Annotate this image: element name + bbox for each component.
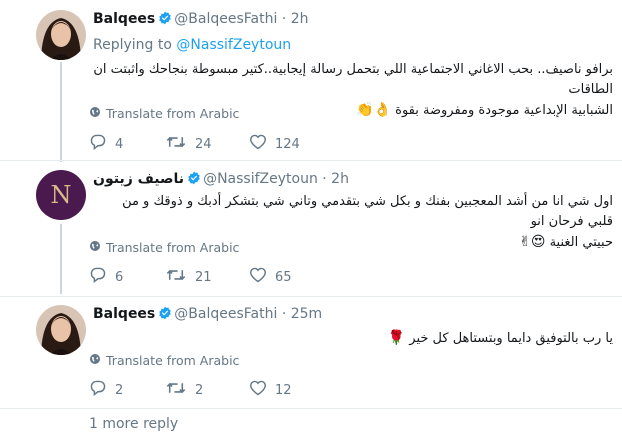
display-name[interactable]: ناصيف زيتون: [93, 171, 184, 187]
replying-to-label: Replying to: [93, 37, 172, 53]
more-replies-link[interactable]: 1 more reply: [89, 416, 178, 432]
tweet-header: Balqees @BalqeesFathi · 25m: [93, 306, 322, 324]
emoji: 👌👏: [356, 102, 391, 118]
divider: [0, 408, 622, 409]
translate-label: Translate from Arabic: [106, 106, 240, 121]
user-handle[interactable]: @BalqeesFathi: [174, 306, 277, 322]
tweet-text-line: حبيتي الغنية: [549, 235, 613, 250]
verified-badge-icon: [158, 11, 172, 29]
like-count: 65: [275, 269, 292, 285]
tweet-header: ناصيف زيتون @NassifZeytoun · 2h: [93, 171, 349, 189]
retweet-button[interactable]: 24: [165, 134, 212, 154]
replying-to-link[interactable]: @NassifZeytoun: [176, 37, 291, 53]
retweet-count: 21: [195, 269, 212, 285]
reply-count: 4: [115, 136, 124, 152]
reply-button[interactable]: 4: [89, 134, 123, 154]
globe-icon: [89, 240, 101, 255]
retweet-button[interactable]: 21: [165, 267, 212, 287]
like-icon: [249, 134, 267, 154]
tweet[interactable]: Balqees @BalqeesFathi · 2h Replying to @N…: [0, 0, 622, 160]
tweet-text: يا رب بالتوفيق دايما وبتستاهل كل خير 🌹: [93, 328, 613, 349]
retweet-count: 24: [195, 136, 212, 152]
retweet-icon: [165, 267, 187, 287]
avatar[interactable]: [36, 305, 86, 355]
timestamp[interactable]: 2h: [331, 171, 349, 187]
emoji: 😍✌: [519, 234, 546, 250]
display-name[interactable]: Balqees: [93, 306, 155, 322]
reply-icon: [89, 380, 107, 400]
tweet-text-line: اول شي انا من أشد المعجبين بفنك و بكل شي…: [122, 194, 613, 229]
separator-dot: ·: [322, 171, 327, 187]
like-button[interactable]: 12: [249, 380, 292, 400]
translate-link[interactable]: Translate from Arabic: [89, 240, 239, 255]
translate-label: Translate from Arabic: [106, 240, 240, 255]
retweet-icon: [165, 380, 187, 400]
reply-icon: [89, 267, 107, 287]
like-count: 124: [275, 136, 300, 152]
reply-button[interactable]: 2: [89, 380, 123, 400]
user-handle[interactable]: @BalqeesFathi: [174, 11, 277, 27]
tweet-text-line: يا رب بالتوفيق دايما وبتستاهل كل خير: [409, 331, 613, 346]
reply-count: 6: [115, 269, 124, 285]
retweet-count: 2: [195, 382, 204, 398]
like-button[interactable]: 65: [249, 267, 292, 287]
translate-link[interactable]: Translate from Arabic: [89, 353, 239, 368]
tweet-text-line: الشبابية الإبداعية موجودة ومفروضة بقوة: [395, 103, 613, 118]
tweet[interactable]: N ناصيف زيتون @NassifZeytoun · 2h اول شي …: [0, 160, 622, 296]
avatar-letter: N: [50, 181, 72, 209]
avatar[interactable]: N: [36, 170, 86, 220]
translate-link[interactable]: Translate from Arabic: [89, 106, 239, 121]
like-icon: [249, 380, 267, 400]
reply-icon: [89, 134, 107, 154]
timestamp[interactable]: 25m: [291, 306, 322, 322]
verified-badge-icon: [158, 306, 172, 324]
like-button[interactable]: 124: [249, 134, 300, 154]
globe-icon: [89, 106, 101, 121]
reply-button[interactable]: 6: [89, 267, 123, 287]
like-icon: [249, 267, 267, 287]
timestamp[interactable]: 2h: [291, 11, 309, 27]
tweet-header: Balqees @BalqeesFathi · 2h: [93, 11, 309, 29]
reply-count: 2: [115, 382, 124, 398]
emoji: 🌹: [387, 330, 406, 346]
retweet-button[interactable]: 2: [165, 380, 203, 400]
display-name[interactable]: Balqees: [93, 11, 155, 27]
separator-dot: ·: [281, 306, 287, 322]
tweet-text-line: برافو ناصيف.. بحب الاغاني الاجتماعية الل…: [93, 62, 613, 97]
verified-badge-icon: [187, 171, 201, 189]
retweet-icon: [165, 134, 187, 154]
user-handle[interactable]: @NassifZeytoun: [203, 171, 318, 187]
replying-to: Replying to @NassifZeytoun: [93, 37, 291, 53]
like-count: 12: [275, 382, 292, 398]
globe-icon: [89, 353, 101, 368]
translate-label: Translate from Arabic: [106, 353, 240, 368]
tweet[interactable]: Balqees @BalqeesFathi · 25m يا رب بالتوفي…: [0, 296, 622, 408]
avatar[interactable]: [36, 10, 86, 60]
separator-dot: ·: [281, 11, 287, 27]
